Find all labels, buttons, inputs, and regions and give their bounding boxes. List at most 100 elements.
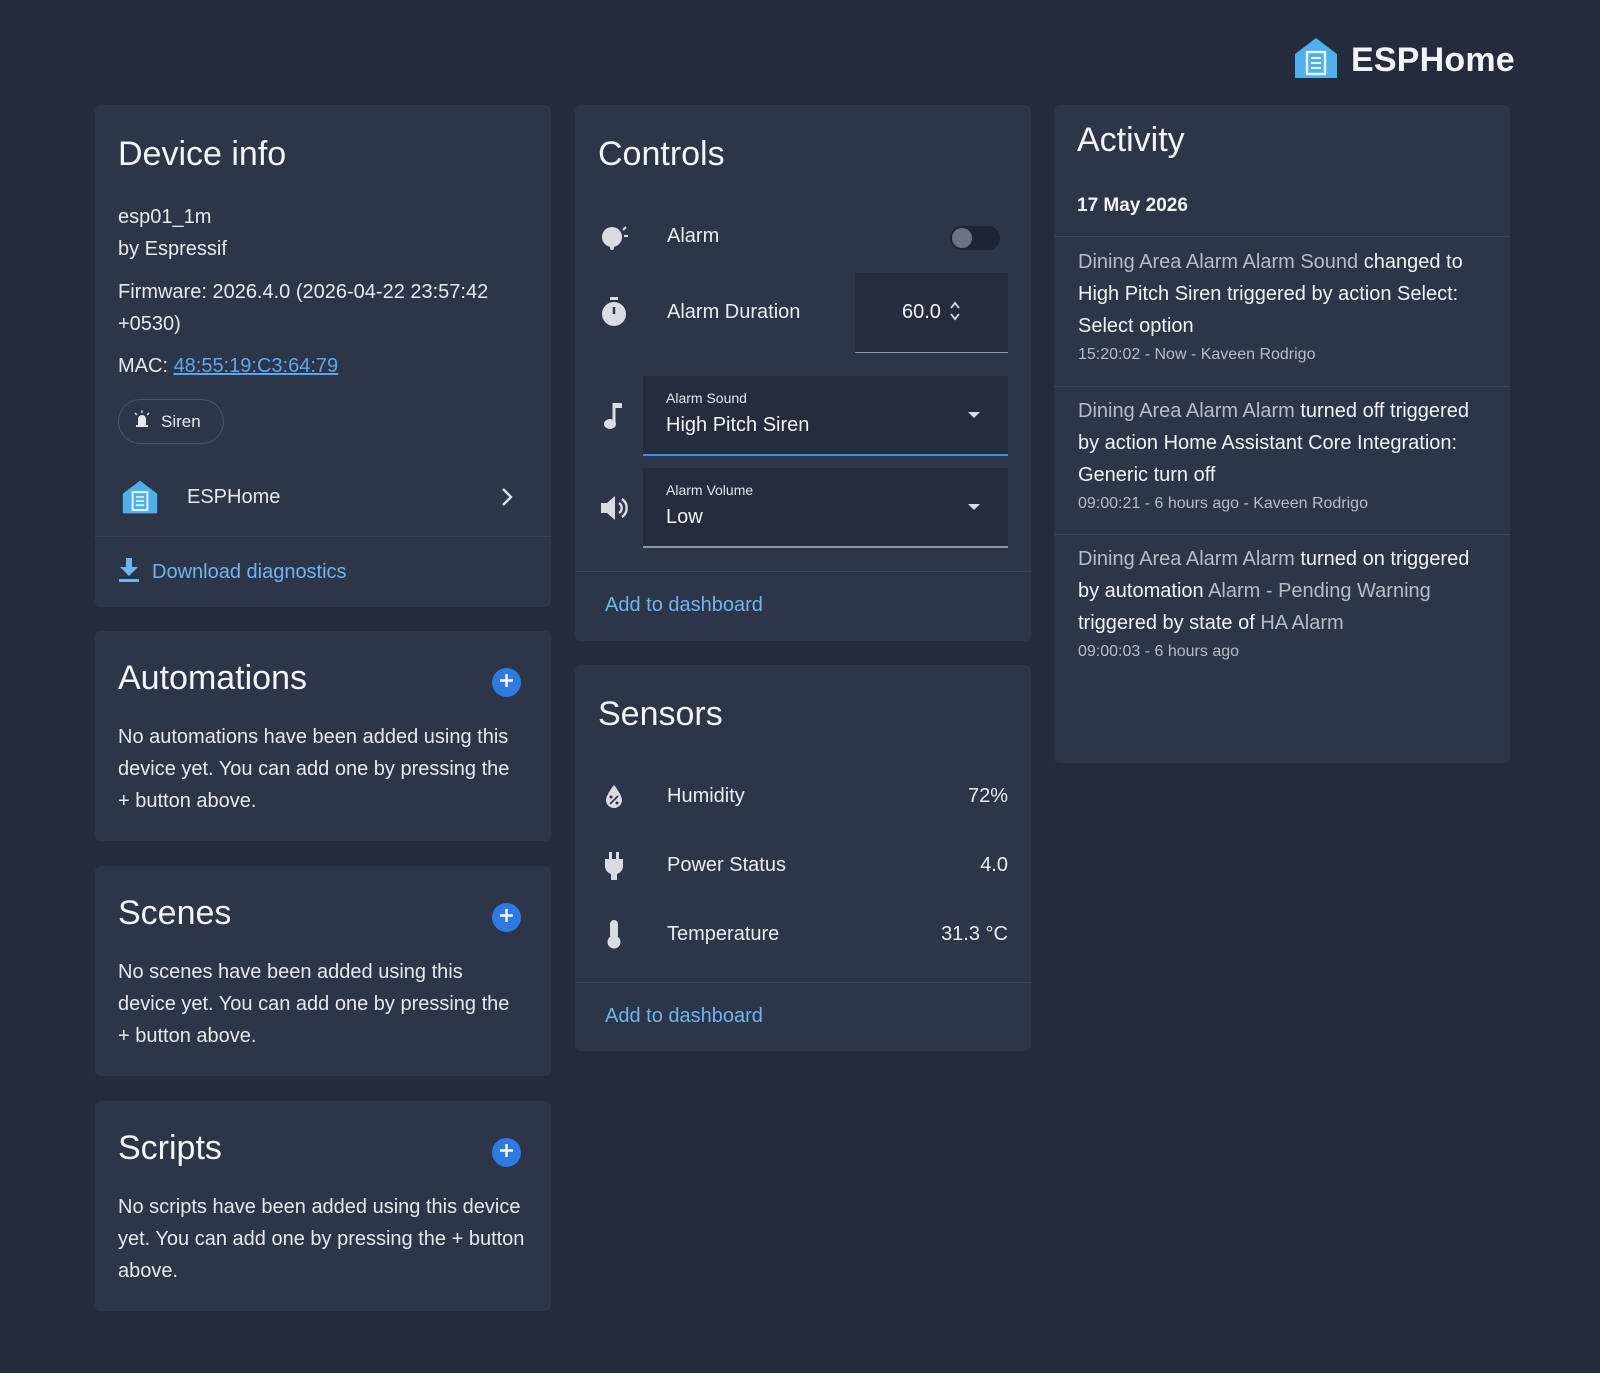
mac-label: MAC: [118,355,168,377]
alarm-sound-row: Alarm Sound High Pitch Siren [575,376,1031,456]
integration-row[interactable]: ESPHome [95,465,551,529]
toggle-knob [952,228,972,248]
activity-entry-text: Dining Area Alarm Alarm turned on trigge… [1078,543,1486,639]
activity-entity-link[interactable]: Dining Area Alarm Alarm Sound [1078,251,1358,273]
esphome-house-icon [1293,36,1339,85]
scenes-empty-text: No scenes have been added using this dev… [118,961,510,1047]
timer-icon [599,297,629,327]
device-manufacturer: by Espressif [118,238,227,260]
sensor-value: 31.3 °C [941,923,1008,945]
sensors-title: Sensors [598,695,723,733]
download-icon [118,557,140,588]
thermometer-icon [599,919,629,949]
sensor-value: 4.0 [980,854,1008,876]
device-info-card: Device info esp01_1m by Espressif Firmwa… [95,105,551,607]
activity-card: Activity 17 May 2026 Dining Area Alarm A… [1054,105,1510,763]
scenes-card: Scenes No scenes have been added using t… [95,866,551,1076]
activity-entry[interactable]: Dining Area Alarm Alarm turned off trigg… [1054,395,1510,513]
activity-meta: 09:00:03 - 6 hours ago [1078,643,1240,660]
activity-title: Activity [1077,121,1185,159]
brand-header: ESPHome [1293,36,1515,85]
alarm-sound-select-label: Alarm Sound [666,390,747,406]
caret-down-icon [968,412,980,418]
firmware-info: Firmware: 2026.4.0 (2026-04-22 23:57:42 … [118,281,489,335]
sensors-divider [575,982,1031,983]
activity-entity-link[interactable]: Dining Area Alarm Alarm [1078,548,1295,570]
chevron-right-icon [501,487,513,512]
scripts-title: Scripts [118,1129,222,1167]
plus-icon [499,908,514,928]
alarm-volume-row: Alarm Volume Low [575,468,1031,548]
device-info-title: Device info [118,135,287,173]
mac-info: MAC: 48:55:19:C3:64:79 [118,350,338,382]
music-note-icon [599,401,629,431]
device-info-divider [95,536,551,537]
activity-entry[interactable]: Dining Area Alarm Alarm Sound changed to… [1054,246,1510,364]
activity-entry-text: Dining Area Alarm Alarm turned off trigg… [1078,395,1486,491]
activity-meta: 09:00:21 - 6 hours ago - Kaveen Rodrigo [1078,495,1368,512]
activity-entity-link[interactable]: Dining Area Alarm Alarm [1078,400,1295,422]
sensor-label: Temperature [667,923,780,945]
alarm-duration-input[interactable]: 60.0 [855,273,1008,353]
activity-entry[interactable]: Dining Area Alarm Alarm turned on trigge… [1054,543,1510,661]
automations-card: Automations No automations have been add… [95,631,551,841]
activity-entry-text: Dining Area Alarm Alarm Sound changed to… [1078,246,1486,342]
controls-card: Controls Alarm Alarm Duration 60.0 Alarm… [575,105,1031,641]
speaker-icon [599,493,629,523]
alarm-volume-select[interactable]: Alarm Volume Low [643,468,1008,548]
integration-label: ESPHome [187,485,281,508]
sensors-add-to-dashboard-button[interactable]: Add to dashboard [605,1005,763,1028]
alarm-label: Alarm [667,225,720,247]
scripts-card: Scripts No scripts have been added using… [95,1101,551,1311]
alarm-row: Alarm [575,213,1031,261]
water-percent-icon [599,782,629,812]
activity-divider [1054,534,1510,535]
siren-icon [133,410,151,433]
activity-automation-link[interactable]: Alarm - Pending Warning [1208,580,1431,602]
plus-icon [499,673,514,693]
alarm-sound-select[interactable]: Alarm Sound High Pitch Siren [643,376,1008,456]
activity-date: 17 May 2026 [1077,195,1188,216]
siren-chip[interactable]: Siren [118,399,224,444]
alarm-duration-label: Alarm Duration [667,301,801,323]
alarm-duration-value: 60.0 [902,301,941,323]
alarm-volume-select-label: Alarm Volume [666,482,754,498]
sensor-row-power-status[interactable]: Power Status 4.0 [575,842,1031,890]
activity-divider [1054,236,1510,237]
siren-chip-label: Siren [161,411,201,431]
device-model: esp01_1m [118,206,212,228]
sensor-label: Power Status [667,854,786,876]
activity-divider [1054,386,1510,387]
scripts-empty-text: No scripts have been added using this de… [118,1196,525,1282]
activity-meta: 15:20:02 - Now - Kaveen Rodrigo [1078,346,1316,363]
sensor-row-humidity[interactable]: Humidity 72% [575,773,1031,821]
sensors-card: Sensors Humidity 72% Power Status 4.0 Te… [575,665,1031,1051]
activity-state-entity-link[interactable]: HA Alarm [1260,612,1343,634]
download-diagnostics-label: Download diagnostics [152,561,347,583]
mac-link[interactable]: 48:55:19:C3:64:79 [174,355,339,377]
add-scene-button[interactable] [492,903,521,932]
esphome-integration-icon [121,479,159,520]
bell-icon [599,222,629,252]
spinner-icon[interactable] [949,300,961,327]
controls-add-to-dashboard-button[interactable]: Add to dashboard [605,594,763,617]
add-script-button[interactable] [492,1138,521,1167]
plus-icon [499,1143,514,1163]
activity-description-2: triggered by state of [1078,612,1261,634]
power-plug-icon [599,851,629,881]
download-diagnostics-button[interactable]: Download diagnostics [118,557,347,588]
automations-title: Automations [118,659,307,697]
brand-name: ESPHome [1351,41,1515,79]
controls-divider [575,571,1031,572]
sensor-value: 72% [967,785,1008,807]
alarm-volume-select-value: Low [666,506,703,528]
scenes-title: Scenes [118,894,232,932]
caret-down-icon [968,504,980,510]
alarm-duration-row: Alarm Duration 60.0 [575,273,1031,353]
sensor-row-temperature[interactable]: Temperature 31.3 °C [575,911,1031,959]
alarm-sound-select-value: High Pitch Siren [666,414,810,436]
add-automation-button[interactable] [492,668,521,697]
controls-title: Controls [598,135,725,173]
automations-empty-text: No automations have been added using thi… [118,726,510,812]
alarm-toggle[interactable] [950,226,1000,250]
